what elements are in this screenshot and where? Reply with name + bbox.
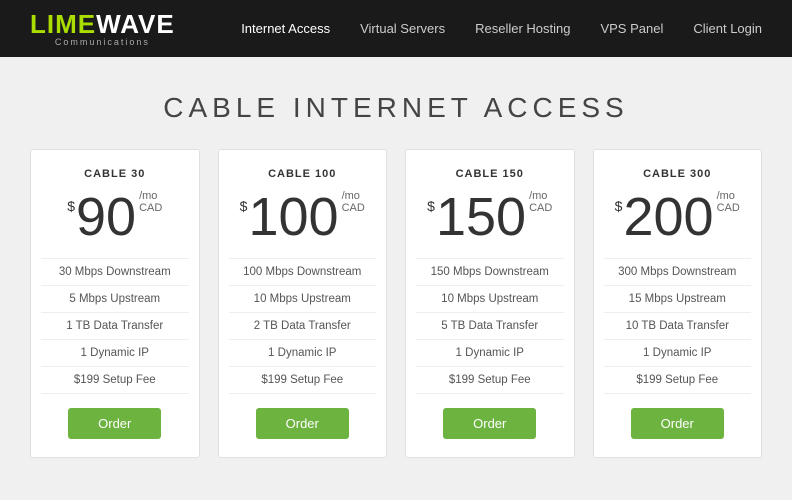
price-suffix-4: /mo CAD (717, 190, 740, 220)
price-mo-3: /mo (529, 190, 552, 202)
feature-4-1: 15 Mbps Upstream (604, 286, 752, 313)
plan-card-2: CABLE 100 $ 100 /mo CAD 100 Mbps Downstr… (218, 149, 388, 458)
nav-vps-panel[interactable]: VPS Panel (600, 21, 663, 36)
plan-name-4: CABLE 300 (643, 168, 711, 180)
price-mo-1: /mo (139, 190, 162, 202)
price-amount-1: 90 (76, 190, 136, 244)
logo-wave: WAVE (96, 9, 175, 39)
plans-grid: CABLE 30 $ 90 /mo CAD 30 Mbps Downstream… (0, 149, 792, 498)
features-3: 150 Mbps Downstream 10 Mbps Upstream 5 T… (416, 258, 564, 394)
logo-sub: Communications (30, 38, 175, 47)
price-suffix-1: /mo CAD (139, 190, 162, 220)
plan-card-1: CABLE 30 $ 90 /mo CAD 30 Mbps Downstream… (30, 149, 200, 458)
price-row-4: $ 200 /mo CAD (615, 190, 740, 244)
features-1: 30 Mbps Downstream 5 Mbps Upstream 1 TB … (41, 258, 189, 394)
price-cad-3: CAD (529, 202, 552, 214)
features-2: 100 Mbps Downstream 10 Mbps Upstream 2 T… (229, 258, 377, 394)
plan-card-4: CABLE 300 $ 200 /mo CAD 300 Mbps Downstr… (593, 149, 763, 458)
price-mo-4: /mo (717, 190, 740, 202)
header: LIMEWAVE Communications Internet Access … (0, 0, 792, 57)
price-row-2: $ 100 /mo CAD (240, 190, 365, 244)
feature-3-2: 5 TB Data Transfer (416, 313, 564, 340)
price-row-3: $ 150 /mo CAD (427, 190, 552, 244)
feature-2-2: 2 TB Data Transfer (229, 313, 377, 340)
plan-name-2: CABLE 100 (268, 168, 336, 180)
order-button-2[interactable]: Order (256, 408, 349, 439)
price-cad-2: CAD (342, 202, 365, 214)
price-cad-1: CAD (139, 202, 162, 214)
feature-3-0: 150 Mbps Downstream (416, 259, 564, 286)
plan-name-3: CABLE 150 (456, 168, 524, 180)
feature-2-1: 10 Mbps Upstream (229, 286, 377, 313)
feature-3-1: 10 Mbps Upstream (416, 286, 564, 313)
feature-3-4: $199 Setup Fee (416, 367, 564, 394)
logo-text: LIMEWAVE (30, 11, 175, 37)
feature-1-4: $199 Setup Fee (41, 367, 189, 394)
page-title-wrap: CABLE INTERNET ACCESS (0, 57, 792, 149)
feature-2-3: 1 Dynamic IP (229, 340, 377, 367)
nav-virtual-servers[interactable]: Virtual Servers (360, 21, 445, 36)
price-amount-2: 100 (248, 190, 338, 244)
order-button-1[interactable]: Order (68, 408, 161, 439)
price-dollar-4: $ (615, 198, 623, 214)
price-amount-4: 200 (623, 190, 713, 244)
logo-lime: LIME (30, 9, 96, 39)
feature-4-3: 1 Dynamic IP (604, 340, 752, 367)
price-dollar-1: $ (67, 198, 75, 214)
page-title: CABLE INTERNET ACCESS (20, 92, 772, 124)
order-button-3[interactable]: Order (443, 408, 536, 439)
price-dollar-2: $ (240, 198, 248, 214)
price-dollar-3: $ (427, 198, 435, 214)
feature-1-0: 30 Mbps Downstream (41, 259, 189, 286)
main-nav: Internet Access Virtual Servers Reseller… (241, 21, 762, 36)
nav-internet-access[interactable]: Internet Access (241, 21, 330, 36)
plan-card-3: CABLE 150 $ 150 /mo CAD 150 Mbps Downstr… (405, 149, 575, 458)
price-amount-3: 150 (436, 190, 526, 244)
feature-1-1: 5 Mbps Upstream (41, 286, 189, 313)
price-row-1: $ 90 /mo CAD (67, 190, 162, 244)
feature-1-2: 1 TB Data Transfer (41, 313, 189, 340)
feature-4-0: 300 Mbps Downstream (604, 259, 752, 286)
feature-4-4: $199 Setup Fee (604, 367, 752, 394)
plan-name-1: CABLE 30 (84, 168, 145, 180)
feature-1-3: 1 Dynamic IP (41, 340, 189, 367)
price-cad-4: CAD (717, 202, 740, 214)
order-button-4[interactable]: Order (631, 408, 724, 439)
logo: LIMEWAVE Communications (30, 11, 175, 47)
price-mo-2: /mo (342, 190, 365, 202)
feature-3-3: 1 Dynamic IP (416, 340, 564, 367)
feature-2-4: $199 Setup Fee (229, 367, 377, 394)
nav-reseller-hosting[interactable]: Reseller Hosting (475, 21, 570, 36)
nav-client-login[interactable]: Client Login (693, 21, 762, 36)
price-suffix-2: /mo CAD (342, 190, 365, 220)
feature-2-0: 100 Mbps Downstream (229, 259, 377, 286)
price-suffix-3: /mo CAD (529, 190, 552, 220)
feature-4-2: 10 TB Data Transfer (604, 313, 752, 340)
features-4: 300 Mbps Downstream 15 Mbps Upstream 10 … (604, 258, 752, 394)
